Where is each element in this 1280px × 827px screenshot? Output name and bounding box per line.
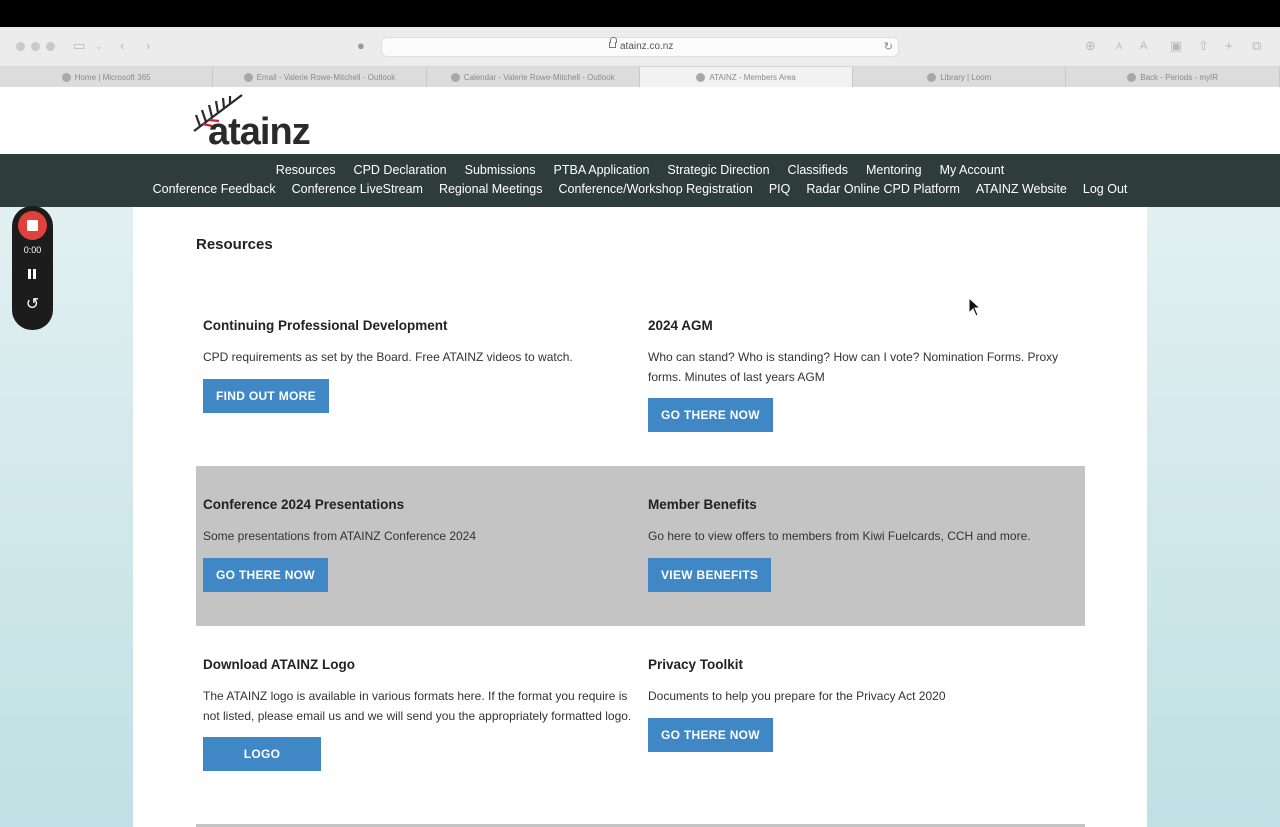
nav-ptba-application[interactable]: PTBA Application — [554, 162, 650, 178]
card-title: 2024 AGM — [648, 318, 713, 333]
outlook-favicon-icon — [450, 72, 460, 82]
tab-overview-icon[interactable]: ⧉ — [1252, 38, 1261, 54]
tab-outlook-calendar[interactable]: Calendar - Valerie Rowe-Mitchell - Outlo… — [427, 67, 640, 87]
nav-log-out[interactable]: Log Out — [1083, 181, 1127, 197]
tab-label: Home | Microsoft 365 — [74, 72, 151, 82]
conference-go-there-now-button[interactable]: GO THERE NOW — [203, 557, 328, 592]
extension-icon[interactable]: ● — [357, 38, 365, 54]
card-agm: 2024 AGM Who can stand? Who is standing?… — [648, 317, 1083, 432]
card-cpd: Continuing Professional Development CPD … — [203, 317, 638, 413]
card-text: CPD requirements as set by the Board. Fr… — [203, 350, 573, 364]
nav-row-2: Conference Feedback Conference LiveStrea… — [0, 181, 1280, 197]
download-icon[interactable]: ⊕ — [1085, 38, 1096, 54]
view-benefits-button[interactable]: VIEW BENEFITS — [648, 557, 772, 592]
outlook-favicon-icon — [243, 72, 253, 82]
nav-radar-cpd-platform[interactable]: Radar Online CPD Platform — [806, 181, 960, 197]
nav-conference-registration[interactable]: Conference/Workshop Registration — [559, 181, 753, 197]
minimize-window-icon[interactable] — [31, 42, 40, 51]
find-out-more-button[interactable]: FIND OUT MORE — [203, 378, 329, 413]
loom-favicon-icon — [927, 72, 937, 82]
nav-regional-meetings[interactable]: Regional Meetings — [439, 181, 543, 197]
nav-strategic-direction[interactable]: Strategic Direction — [667, 162, 769, 178]
sidebar-toggle-icon[interactable]: ▭ — [73, 38, 85, 54]
card-text: Some presentations from ATAINZ Conferenc… — [203, 529, 477, 543]
atainz-favicon-icon — [696, 72, 706, 82]
nav-my-account[interactable]: My Account — [940, 162, 1005, 178]
new-tab-icon[interactable]: + — [1225, 38, 1233, 54]
nav-classifieds[interactable]: Classifieds — [788, 162, 848, 178]
mouse-cursor-icon — [968, 297, 982, 317]
close-window-icon[interactable] — [16, 42, 25, 51]
card-member-benefits: Member Benefits Go here to view offers t… — [648, 496, 1083, 592]
card-privacy-toolkit: Privacy Toolkit Documents to help you pr… — [648, 656, 1083, 752]
pause-icon[interactable] — [27, 269, 38, 279]
tab-label: Library | Loom — [940, 72, 992, 82]
screen-recorder-controls: 0:00 ↺ — [12, 206, 53, 330]
logo-text: atainz — [208, 111, 311, 153]
card-title: Privacy Toolkit — [648, 657, 744, 672]
tab-label: Back - Periods - myIR — [1140, 72, 1219, 82]
card-text: The ATAINZ logo is available in various … — [203, 689, 632, 723]
forward-arrow-icon[interactable]: › — [146, 38, 150, 54]
card-title: Conference 2024 Presentations — [203, 497, 405, 512]
tab-myir[interactable]: Back - Periods - myIR — [1066, 67, 1280, 87]
main-content: Resources Continuing Professional Develo… — [133, 207, 1147, 827]
card-text: Go here to view offers to members from K… — [648, 529, 1031, 543]
card-title: Download ATAINZ Logo — [203, 657, 355, 672]
address-bar[interactable]: atainz.co.nz ↻ — [381, 37, 899, 57]
card-text: Documents to help you prepare for the Pr… — [648, 689, 946, 703]
tab-atainz-members[interactable]: ATAINZ - Members Area — [639, 67, 854, 87]
browser-tabs: Home | Microsoft 365 Email - Valerie Row… — [0, 67, 1280, 87]
nav-conference-feedback[interactable]: Conference Feedback — [153, 181, 276, 197]
text-larger-icon[interactable]: A — [1140, 38, 1147, 54]
site-header: atainz — [0, 87, 1280, 154]
chevron-down-icon[interactable]: ⌄ — [95, 38, 103, 54]
text-smaller-icon[interactable]: A — [1116, 38, 1122, 54]
screen-top-bar — [0, 0, 1280, 27]
logo-button[interactable]: LOGO — [203, 737, 321, 771]
card-download-logo: Download ATAINZ Logo The ATAINZ logo is … — [203, 656, 638, 771]
reader-icon[interactable]: ▣ — [1170, 38, 1182, 54]
zoom-window-icon[interactable] — [46, 42, 55, 51]
nav-row-1: Resources CPD Declaration Submissions PT… — [0, 162, 1280, 178]
nav-conference-livestream[interactable]: Conference LiveStream — [292, 181, 423, 197]
nav-resources[interactable]: Resources — [276, 162, 336, 178]
main-navigation: Resources CPD Declaration Submissions PT… — [0, 154, 1280, 207]
atainz-logo[interactable]: atainz — [190, 93, 330, 151]
reload-icon[interactable]: ↻ — [884, 40, 893, 53]
tab-microsoft-365[interactable]: Home | Microsoft 365 — [0, 67, 214, 87]
share-icon[interactable]: ⇧ — [1198, 38, 1209, 54]
agm-go-there-now-button[interactable]: GO THERE NOW — [648, 398, 773, 432]
browser-toolbar: ▭ ⌄ ‹ › ● atainz.co.nz ↻ ⊕ A A ▣ ⇧ + ⧉ — [0, 27, 1280, 67]
lock-icon — [609, 37, 617, 48]
tab-label: ATAINZ - Members Area — [709, 72, 796, 82]
nav-mentoring[interactable]: Mentoring — [866, 162, 922, 178]
myir-favicon-icon — [1127, 72, 1137, 82]
url-text: atainz.co.nz — [620, 41, 674, 52]
recording-timer: 0:00 — [23, 245, 42, 255]
tab-label: Calendar - Valerie Rowe-Mitchell - Outlo… — [463, 72, 615, 82]
microsoft-favicon-icon — [61, 72, 71, 82]
card-title: Continuing Professional Development — [203, 318, 448, 333]
tab-label: Email - Valerie Rowe-Mitchell - Outlook — [256, 72, 396, 82]
card-text: Who can stand? Who is standing? How can … — [648, 350, 1059, 384]
web-page: atainz Resources CPD Declaration Submiss… — [0, 87, 1280, 827]
back-arrow-icon[interactable]: ‹ — [120, 38, 124, 54]
tab-loom-library[interactable]: Library | Loom — [853, 67, 1067, 87]
nav-submissions[interactable]: Submissions — [465, 162, 536, 178]
card-title: Member Benefits — [648, 497, 757, 512]
nav-piq[interactable]: PIQ — [769, 181, 791, 197]
page-title: Resources — [196, 236, 273, 253]
card-conference-presentations: Conference 2024 Presentations Some prese… — [203, 496, 638, 592]
stop-recording-button[interactable] — [18, 211, 47, 240]
privacy-go-there-now-button[interactable]: GO THERE NOW — [648, 717, 773, 752]
window-controls[interactable] — [16, 42, 55, 51]
nav-atainz-website[interactable]: ATAINZ Website — [976, 181, 1067, 197]
restart-icon[interactable]: ↺ — [12, 296, 53, 314]
tab-outlook-email[interactable]: Email - Valerie Rowe-Mitchell - Outlook — [213, 67, 427, 87]
nav-cpd-declaration[interactable]: CPD Declaration — [354, 162, 447, 178]
